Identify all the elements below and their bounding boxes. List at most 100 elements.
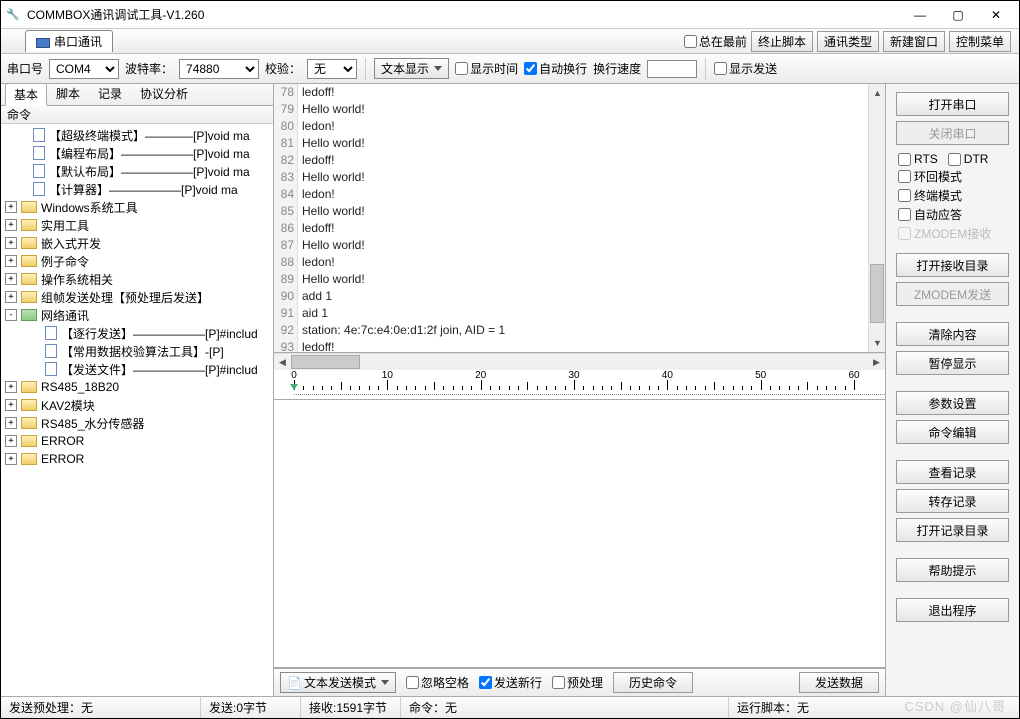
close-button[interactable]: ✕ xyxy=(977,2,1015,28)
tree-expander-icon[interactable]: + xyxy=(5,201,17,213)
tree-item[interactable]: +操作系统相关 xyxy=(1,270,273,288)
tree-item[interactable]: 【常用数据校验算法工具】-[P] xyxy=(1,342,273,360)
tree-expander-icon[interactable]: + xyxy=(5,219,17,231)
port-select[interactable]: COM4 xyxy=(49,59,119,79)
tree-item[interactable]: + 例子命令 xyxy=(1,252,273,270)
exit-button[interactable]: 退出程序 xyxy=(896,598,1009,622)
tree-item[interactable]: 【超级终端模式】————[P]void ma xyxy=(1,126,273,144)
tree-expander-icon[interactable]: + xyxy=(5,399,17,411)
tree-item[interactable]: 【默认布局】——————[P]void ma xyxy=(1,162,273,180)
folder-icon xyxy=(21,255,37,267)
always-on-top-checkbox[interactable]: 总在最前 xyxy=(684,33,747,50)
baud-label: 波特率： xyxy=(125,60,173,77)
tab-basic[interactable]: 基本 xyxy=(5,84,47,106)
tree-item[interactable]: +KAV2模块 xyxy=(1,396,273,414)
tab-protocol[interactable]: 协议分析 xyxy=(131,84,197,105)
tree-item[interactable]: + RS485_18B20 xyxy=(1,378,273,396)
tree-item[interactable]: 【计算器】——————[P]void ma xyxy=(1,180,273,198)
dtr-checkbox[interactable]: DTR xyxy=(948,152,989,166)
hscroll-thumb[interactable] xyxy=(291,355,360,369)
loop-mode-checkbox[interactable]: 环回模式 xyxy=(898,168,1009,185)
tab-script[interactable]: 脚本 xyxy=(47,84,89,105)
auto-answer-checkbox[interactable]: 自动应答 xyxy=(898,206,1009,223)
tab-serial[interactable]: 串口通讯 xyxy=(25,30,113,52)
tree-item[interactable]: +组帧发送处理【预处理后发送】 xyxy=(1,288,273,306)
send-newline-checkbox[interactable]: 发送新行 xyxy=(479,674,542,691)
file-icon xyxy=(33,128,45,142)
tab-record[interactable]: 记录 xyxy=(89,84,131,105)
open-log-dir-button[interactable]: 打开记录目录 xyxy=(896,518,1009,542)
right-panel: 打开串口 关闭串口 RTS DTR 环回模式 终端模式 自动应答 ZMODEM接… xyxy=(886,84,1019,696)
text-display-button[interactable]: 文本显示 xyxy=(374,58,449,79)
tree-expander-icon[interactable]: + xyxy=(5,291,17,303)
tree-item[interactable]: +嵌入式开发 xyxy=(1,234,273,252)
tree-expander-icon[interactable]: + xyxy=(5,255,17,267)
tree-item[interactable]: 【发送文件】——————[P]#includ xyxy=(1,360,273,378)
open-port-button[interactable]: 打开串口 xyxy=(896,92,1009,116)
close-port-button: 关闭串口 xyxy=(896,121,1009,145)
folder-icon xyxy=(21,219,37,231)
open-recv-dir-button[interactable]: 打开接收目录 xyxy=(896,253,1009,277)
tree-expander-icon[interactable]: - xyxy=(5,309,17,321)
tree-item-label: 例子命令 xyxy=(41,253,89,270)
command-tree[interactable]: 【超级终端模式】————[P]void ma【编程布局】——————[P]voi… xyxy=(1,124,273,696)
auto-wrap-checkbox[interactable]: 自动换行 xyxy=(524,60,587,77)
tree-expander-icon[interactable]: + xyxy=(5,417,17,429)
scroll-left-icon[interactable]: ◀ xyxy=(274,354,291,371)
ignore-space-checkbox[interactable]: 忽略空格 xyxy=(406,674,469,691)
dump-log-button[interactable]: 转存记录 xyxy=(896,489,1009,513)
show-send-checkbox[interactable]: 显示发送 xyxy=(714,60,777,77)
zmodem-recv-checkbox: ZMODEM接收 xyxy=(898,225,1009,242)
scroll-down-icon[interactable]: ▼ xyxy=(869,335,885,352)
cmd-edit-button[interactable]: 命令编辑 xyxy=(896,420,1009,444)
send-textarea[interactable] xyxy=(274,400,885,669)
terminal-mode-checkbox[interactable]: 终端模式 xyxy=(898,187,1009,204)
tree-item[interactable]: +RS485_水分传感器 xyxy=(1,414,273,432)
tree-expander-icon[interactable]: + xyxy=(5,453,17,465)
maximize-button[interactable]: ▢ xyxy=(939,2,977,28)
clear-content-button[interactable]: 清除内容 xyxy=(896,322,1009,346)
folder-icon xyxy=(21,201,37,213)
tree-item[interactable]: +实用工具 xyxy=(1,216,273,234)
minimize-button[interactable]: — xyxy=(901,2,939,28)
show-time-checkbox[interactable]: 显示时间 xyxy=(455,60,518,77)
tree-expander-icon xyxy=(29,345,41,357)
control-menu-button[interactable]: 控制菜单 xyxy=(949,31,1011,52)
scroll-right-icon[interactable]: ▶ xyxy=(868,354,885,371)
folder-icon xyxy=(21,435,37,447)
tree-item[interactable]: +ERROR xyxy=(1,450,273,468)
vertical-scrollbar[interactable]: ▲ ▼ xyxy=(868,84,885,352)
scroll-up-icon[interactable]: ▲ xyxy=(869,84,885,101)
scroll-thumb[interactable] xyxy=(870,264,884,322)
tree-expander-icon[interactable]: + xyxy=(5,237,17,249)
send-mode-button[interactable]: 📄 文本发送模式 xyxy=(280,672,396,693)
wrap-speed-input[interactable] xyxy=(647,60,697,78)
new-window-button[interactable]: 新建窗口 xyxy=(883,31,945,52)
send-data-button[interactable]: 发送数据 xyxy=(799,672,879,693)
tree-expander-icon[interactable]: + xyxy=(5,381,17,393)
param-settings-button[interactable]: 参数设置 xyxy=(896,391,1009,415)
rts-checkbox[interactable]: RTS xyxy=(898,152,938,166)
tree-item[interactable]: 【编程布局】——————[P]void ma xyxy=(1,144,273,162)
tree-expander-icon[interactable]: + xyxy=(5,273,17,285)
tree-expander-icon[interactable]: + xyxy=(5,435,17,447)
tree-item-label: 【常用数据校验算法工具】-[P] xyxy=(61,343,224,360)
port-label: 串口号 xyxy=(7,60,43,77)
tree-item[interactable]: +Windows系统工具 xyxy=(1,198,273,216)
check-select[interactable]: 无 xyxy=(307,59,357,79)
pause-display-button[interactable]: 暂停显示 xyxy=(896,351,1009,375)
baud-select[interactable]: 74880 xyxy=(179,59,259,79)
status-script: 运行脚本：无 xyxy=(729,697,1019,718)
horizontal-scrollbar[interactable]: ◀ ▶ xyxy=(274,353,885,370)
comm-type-button[interactable]: 通讯类型 xyxy=(817,31,879,52)
console-output[interactable]: 7879808182838485868788899091929394959697… xyxy=(274,84,885,353)
tree-item-label: RS485_18B20 xyxy=(41,380,119,394)
view-log-button[interactable]: 查看记录 xyxy=(896,460,1009,484)
help-button[interactable]: 帮助提示 xyxy=(896,558,1009,582)
tree-item[interactable]: +ERROR xyxy=(1,432,273,450)
tree-item[interactable]: -网络通讯 xyxy=(1,306,273,324)
tree-item[interactable]: 【逐行发送】——————[P]#includ xyxy=(1,324,273,342)
stop-script-button[interactable]: 终止脚本 xyxy=(751,31,813,52)
preprocess-checkbox[interactable]: 预处理 xyxy=(552,674,603,691)
history-button[interactable]: 历史命令 xyxy=(613,672,693,693)
